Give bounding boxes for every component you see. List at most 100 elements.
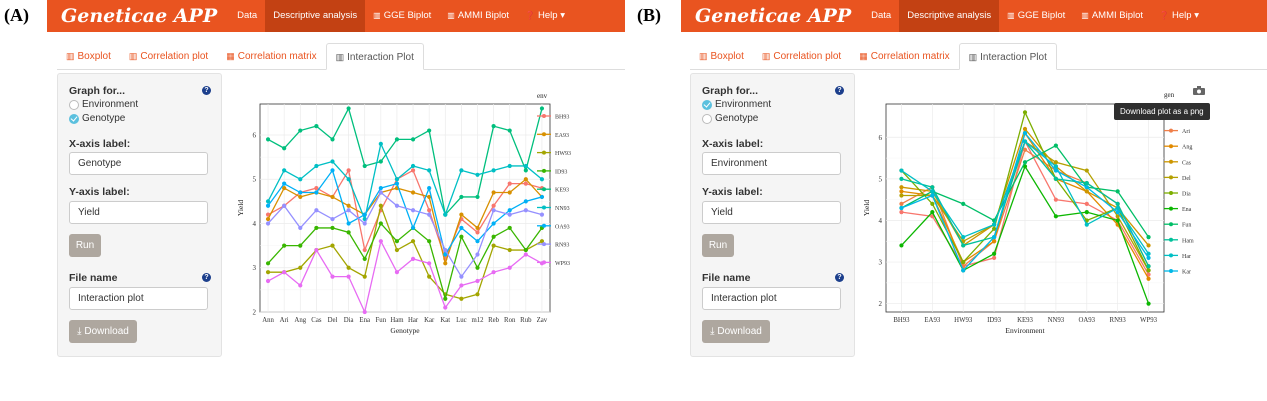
tab-correlation-matrix[interactable]: ▦ Correlation matrix [217, 43, 325, 69]
panel-letter: (B) [637, 5, 661, 25]
legend-key-point [1169, 253, 1173, 258]
data-point [265, 261, 271, 266]
interaction-plot-genotype[interactable]: 2 3 4 5 6 Ann Ari Ang Cas Del Dia Ena Fun Ham Har Kar Ka… [232, 88, 625, 350]
x-axis-title: Genotype [390, 326, 420, 335]
data-point [899, 243, 904, 248]
data-point [410, 239, 416, 244]
help-icon[interactable]: ? [202, 86, 211, 95]
y-tick-label: 6 [253, 131, 257, 139]
nav-ammi-biplot[interactable]: ▥ AMMI Biplot [1073, 0, 1151, 32]
nav-help[interactable]: ❓ Help ▾ [1151, 0, 1207, 32]
radio-genotype[interactable]: Genotype [702, 113, 758, 124]
data-point [992, 255, 997, 261]
help-icon[interactable]: ? [202, 273, 211, 282]
data-point [491, 203, 496, 208]
data-point [330, 216, 335, 222]
data-point [427, 208, 432, 213]
app-title[interactable]: Geneticae APP [681, 0, 863, 32]
interaction-plot-environment[interactable]: 2 3 4 5 6 BH93 EA93 HW93 ID93 KE93 NN93 OA93 RN93 WP9… [860, 88, 1267, 350]
data-point [459, 234, 464, 239]
yaxis-input[interactable]: Yield [69, 201, 208, 224]
tab-interaction-plot[interactable]: ▥ Interaction Plot [958, 43, 1057, 70]
data-point [899, 205, 904, 211]
table-icon: ▦ [226, 51, 235, 61]
data-point [378, 141, 383, 146]
data-point [410, 208, 416, 213]
tab-correlation-matrix[interactable]: ▦ Correlation matrix [850, 43, 958, 69]
radio-environment[interactable]: Environment [702, 99, 771, 110]
run-button[interactable]: Run [702, 234, 734, 257]
nav-data[interactable]: Data [229, 0, 265, 32]
data-point [459, 296, 464, 301]
data-point [427, 239, 432, 244]
legend-title: env [537, 92, 548, 100]
legend-key-point [1169, 144, 1173, 149]
run-button[interactable]: Run [69, 234, 101, 257]
data-point [443, 261, 448, 266]
tab-boxplot[interactable]: ▥ Boxplot [57, 43, 120, 69]
data-point [282, 146, 287, 151]
tab-correlation-plot[interactable]: ▥ Correlation plot [120, 43, 217, 69]
data-point [314, 208, 319, 213]
x-tick-label: Dia [344, 317, 354, 324]
y-axis-title: Yield [862, 200, 871, 216]
yaxis-input[interactable]: Yield [702, 201, 841, 224]
chart-icon: ▥ [447, 11, 455, 20]
help-icon[interactable]: ? [835, 86, 844, 95]
data-point [1115, 205, 1120, 211]
x-tick-label: Del [328, 317, 338, 324]
download-button[interactable]: ⤓ Download [702, 320, 770, 343]
data-point [314, 163, 319, 169]
nav-data[interactable]: Data [863, 0, 899, 32]
nav-data-label: Data [237, 10, 258, 21]
xaxis-input[interactable]: Environment [702, 152, 841, 175]
download-label: Download [84, 326, 129, 337]
data-point [507, 247, 512, 253]
legend-key-point [1169, 128, 1173, 133]
app-title[interactable]: Geneticae APP [47, 0, 229, 32]
data-point [443, 212, 448, 217]
x-tick-label: Ena [359, 317, 370, 324]
tab-label: Boxplot [710, 51, 744, 62]
legend-label: ID93 [555, 169, 567, 175]
nav-descriptive-analysis[interactable]: Descriptive analysis [265, 0, 366, 32]
x-tick-label: Luc [456, 317, 467, 324]
data-point [427, 168, 432, 173]
tab-boxplot[interactable]: ▥ Boxplot [690, 43, 753, 69]
nav-gge-biplot[interactable]: ▥ GGE Biplot [365, 0, 439, 32]
data-point [491, 190, 496, 195]
nav-gge-biplot[interactable]: ▥ GGE Biplot [999, 0, 1073, 32]
data-point [1146, 235, 1151, 240]
xaxis-input[interactable]: Genotype [69, 152, 208, 175]
data-point [346, 106, 351, 111]
data-point [961, 268, 966, 273]
tab-correlation-plot[interactable]: ▥ Correlation plot [753, 43, 850, 69]
file-name-input[interactable]: Interaction plot [69, 287, 208, 310]
tab-interaction-plot[interactable]: ▥ Interaction Plot [325, 43, 424, 70]
nav-ammi-biplot[interactable]: ▥ AMMI Biplot [439, 0, 517, 32]
tab-label: Correlation matrix [870, 51, 950, 62]
nav-descriptive-label: Descriptive analysis [273, 10, 358, 21]
y-tick-label: 3 [253, 264, 257, 272]
data-point [362, 247, 367, 253]
legend-key-point [542, 260, 546, 265]
file-name-input[interactable]: Interaction plot [702, 287, 841, 310]
data-point [298, 225, 303, 231]
legend-label: Fun [1182, 223, 1191, 229]
x-tick-label: Ari [280, 317, 289, 324]
nav-help[interactable]: ❓ Help ▾ [517, 0, 573, 32]
radio-environment[interactable]: Environment [69, 99, 138, 110]
radio-genotype[interactable]: Genotype [69, 113, 125, 124]
legend-title: gen [1164, 91, 1175, 99]
help-icon[interactable]: ? [835, 273, 844, 282]
data-point [265, 137, 271, 142]
camera-icon[interactable] [1193, 86, 1205, 95]
nav-descriptive-analysis[interactable]: Descriptive analysis [899, 0, 1000, 32]
data-point [443, 247, 448, 253]
legend-key-point [1169, 159, 1173, 164]
legend-label: BH93 [555, 115, 569, 121]
download-button[interactable]: ⤓ Download [69, 320, 137, 343]
x-tick-label: RN93 [1110, 317, 1127, 324]
x-tick-label: Cas [311, 317, 322, 324]
data-point [298, 265, 303, 270]
